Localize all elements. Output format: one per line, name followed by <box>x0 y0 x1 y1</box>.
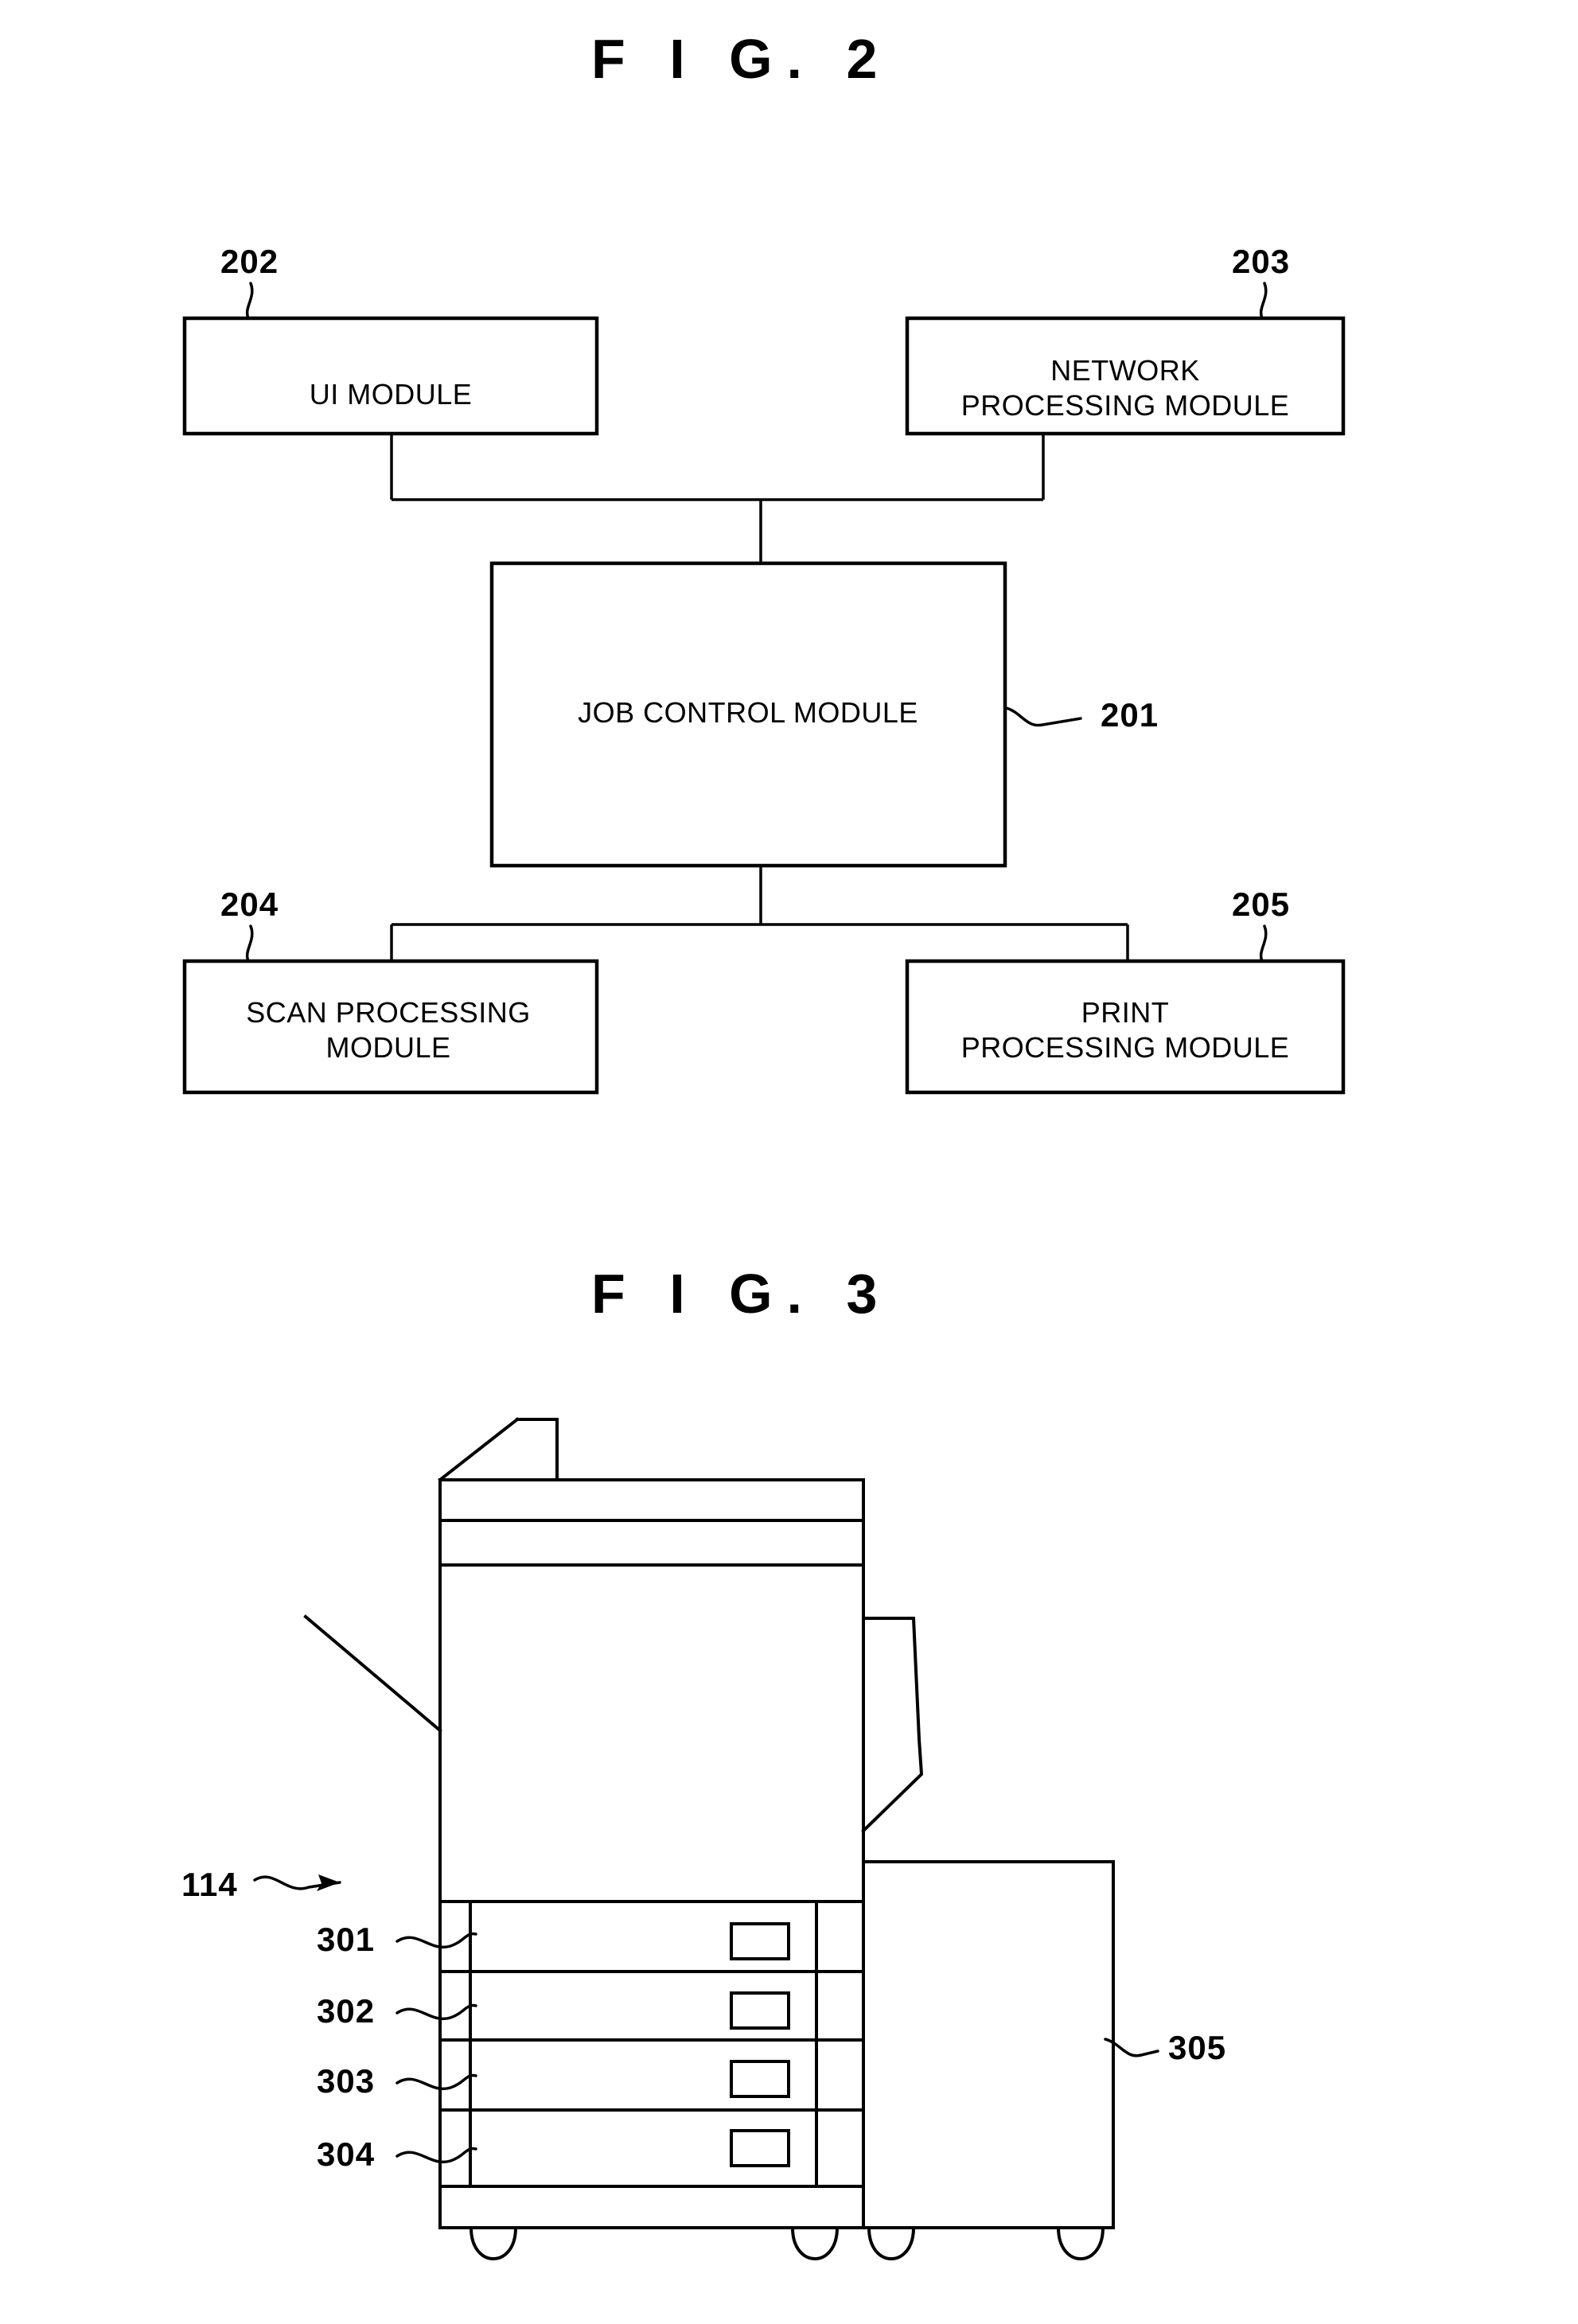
block-print-processing-module-label-line2: PROCESSING MODULE <box>961 1031 1290 1064</box>
block-job-control-module-label: JOB CONTROL MODULE <box>578 696 918 729</box>
reference-numeral-304: 304 <box>317 2135 477 2173</box>
leader-arrowhead-114 <box>317 1874 340 1891</box>
paper-cassette-1-handle[interactable] <box>730 1922 790 1960</box>
side-output-tray-flap <box>861 1617 924 1833</box>
caster-wheel-3 <box>867 2225 916 2260</box>
block-scan-processing-module[interactable]: SCAN PROCESSING MODULE <box>182 959 599 1095</box>
block-ui-module-box[interactable] <box>182 316 599 436</box>
leader-line-202 <box>245 282 254 320</box>
paper-cassette-4[interactable] <box>438 2129 865 2188</box>
paper-cassette-3[interactable] <box>438 2060 865 2112</box>
reference-numeral-202-text: 202 <box>220 243 279 280</box>
leader-line-303 <box>395 2073 477 2091</box>
paper-cassette-3-handle[interactable] <box>730 2060 790 2098</box>
reference-numeral-302: 302 <box>317 1992 477 2030</box>
figure-2-title: F I G. 2 <box>591 28 891 90</box>
block-ui-module-label: UI MODULE <box>310 378 473 411</box>
leader-line-201 <box>1005 707 1082 727</box>
patent-figures-canvas: F I G. 2 UI MODULE 202 NETWORK PROCESSIN… <box>181 28 1346 2260</box>
reference-numeral-303: 303 <box>317 2062 477 2100</box>
reference-numeral-302-text: 302 <box>317 1992 375 2030</box>
reference-numeral-205-text: 205 <box>1232 886 1290 923</box>
figure-3-title: F I G. 3 <box>591 1263 891 1325</box>
finisher-unit-outline <box>862 1860 1115 2229</box>
reference-numeral-114: 114 <box>181 1866 341 1903</box>
reference-numeral-304-text: 304 <box>317 2135 375 2173</box>
finisher-unit[interactable] <box>862 1860 1115 2229</box>
block-ui-module[interactable]: UI MODULE <box>182 316 599 436</box>
leader-line-302 <box>395 2003 477 2021</box>
caster-wheel-1 <box>469 2225 518 2260</box>
block-network-processing-module-label-line1: NETWORK <box>1050 354 1200 387</box>
leader-line-204 <box>245 925 254 963</box>
caster-wheel-4 <box>1056 2225 1105 2260</box>
block-print-processing-module-label-line1: PRINT <box>1081 996 1170 1029</box>
paper-cassette-4-handle[interactable] <box>730 2129 790 2167</box>
reference-numeral-201: 201 <box>1005 696 1159 734</box>
document-feeder-tab <box>516 1418 559 1481</box>
paper-cassette-2[interactable] <box>438 1991 865 2042</box>
reference-numeral-301: 301 <box>317 1921 477 1958</box>
reference-numeral-203: 203 <box>1232 243 1290 320</box>
reference-numeral-205: 205 <box>1232 886 1290 963</box>
reference-numeral-203-text: 203 <box>1232 243 1290 280</box>
paper-cassette-1[interactable] <box>438 1922 865 1973</box>
reference-numeral-114-text: 114 <box>181 1866 238 1903</box>
block-scan-processing-module-label-line2: MODULE <box>325 1031 450 1064</box>
reference-numeral-204: 204 <box>220 886 279 963</box>
patent-drawing-sheet: F I G. 2 UI MODULE 202 NETWORK PROCESSIN… <box>0 0 1578 2324</box>
device-pointer-line <box>303 1614 442 1733</box>
leader-line-203 <box>1259 282 1268 320</box>
reference-numeral-305-text: 305 <box>1168 2029 1226 2066</box>
paper-cassette-2-handle[interactable] <box>730 1991 790 2030</box>
block-scan-processing-module-label-line1: SCAN PROCESSING <box>246 996 531 1029</box>
reference-numeral-202: 202 <box>220 243 279 320</box>
reference-numeral-303-text: 303 <box>317 2062 375 2100</box>
block-job-control-module[interactable]: JOB CONTROL MODULE <box>489 561 1007 868</box>
block-print-processing-module[interactable]: PRINT PROCESSING MODULE <box>905 959 1346 1095</box>
document-feeder-ramp <box>438 1417 520 1482</box>
reference-numeral-305: 305 <box>1104 2029 1226 2066</box>
leader-line-301 <box>395 1932 477 1949</box>
block-network-processing-module[interactable]: NETWORK PROCESSING MODULE <box>905 316 1346 436</box>
leader-line-205 <box>1259 925 1268 963</box>
printer-illustration <box>303 1417 1115 2260</box>
reference-numeral-301-text: 301 <box>317 1921 375 1958</box>
leader-line-304 <box>395 2147 477 2164</box>
reference-numeral-201-text: 201 <box>1101 696 1159 734</box>
caster-wheel-2 <box>790 2225 840 2260</box>
reference-numeral-204-text: 204 <box>220 886 279 923</box>
block-network-processing-module-label-line2: PROCESSING MODULE <box>961 389 1290 422</box>
